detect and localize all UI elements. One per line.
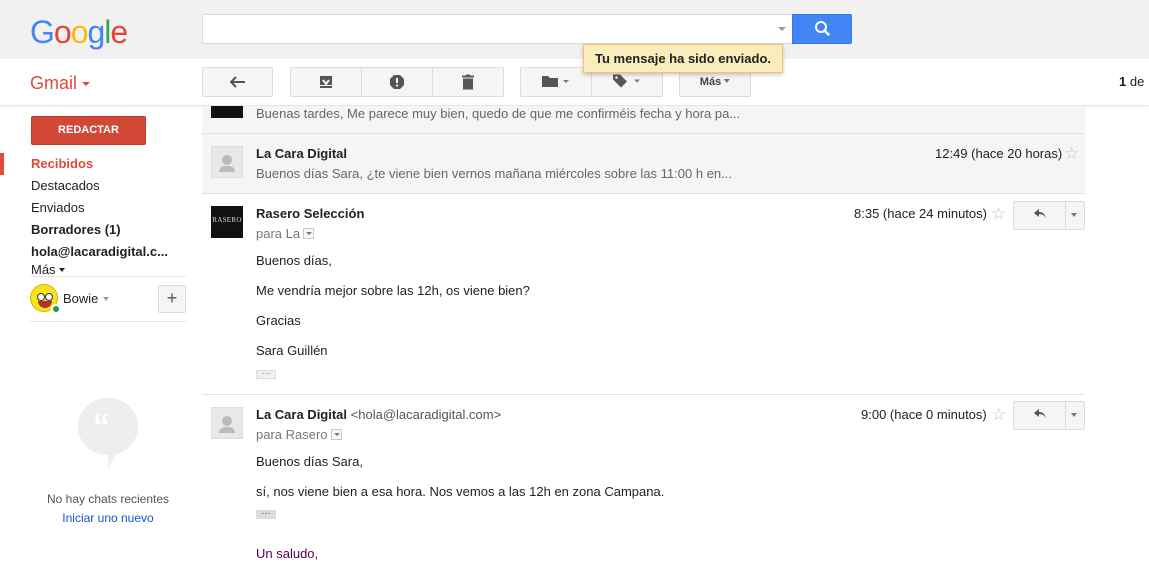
sender-avatar bbox=[211, 407, 243, 439]
folder-icon bbox=[542, 74, 570, 90]
show-trimmed-content-button[interactable]: ··· bbox=[256, 369, 276, 379]
sender-name[interactable]: La Cara Digital <hola@lacaradigital.com> bbox=[256, 407, 501, 422]
search-input[interactable] bbox=[202, 14, 792, 44]
recipients-text: para Rasero bbox=[256, 427, 328, 442]
compose-button[interactable]: REDACTAR bbox=[31, 116, 146, 145]
trash-icon bbox=[462, 74, 474, 90]
star-icon[interactable]: ☆ bbox=[991, 205, 1006, 222]
sidebar-divider bbox=[30, 276, 186, 277]
sidebar-item-more[interactable]: Más bbox=[0, 263, 186, 277]
delete-button[interactable] bbox=[432, 67, 504, 97]
show-details-chevron-icon[interactable] bbox=[303, 228, 315, 239]
sender-name[interactable]: Rasero Selección bbox=[256, 206, 364, 221]
report-spam-button[interactable] bbox=[361, 67, 433, 97]
chat-user-label: Bowie bbox=[63, 291, 99, 306]
chevron-down-icon bbox=[58, 268, 65, 272]
message-body-line: Buenos días, bbox=[256, 253, 332, 268]
archive-button[interactable] bbox=[290, 67, 362, 97]
star-icon[interactable]: ☆ bbox=[1064, 145, 1079, 162]
show-trimmed-content-button[interactable]: ··· bbox=[256, 509, 276, 519]
search-button[interactable] bbox=[792, 14, 852, 44]
online-status-icon bbox=[51, 304, 61, 314]
show-details-chevron-icon[interactable] bbox=[330, 429, 342, 440]
sender-name: La Cara Digital bbox=[256, 146, 348, 161]
message-body-line: Buenos días Sara, bbox=[256, 454, 363, 469]
message-time: 8:35 (hace 24 minutos) bbox=[854, 206, 987, 221]
message-body-line: Sara Guillén bbox=[256, 343, 328, 358]
sender-avatar bbox=[211, 106, 243, 118]
chevron-down-icon bbox=[724, 79, 731, 83]
chevron-down-icon[interactable] bbox=[103, 297, 110, 301]
reply-button[interactable] bbox=[1013, 201, 1085, 230]
start-new-chat-link[interactable]: Iniciar uno nuevo bbox=[0, 511, 216, 525]
chat-user-row[interactable]: Bowie + bbox=[30, 284, 186, 314]
reply-icon bbox=[1014, 402, 1066, 429]
recipients-line: para Rasero bbox=[256, 427, 342, 442]
sender-avatar: RASERO bbox=[211, 206, 243, 238]
more-actions-label-wrap: Más bbox=[699, 76, 731, 88]
archive-icon bbox=[320, 76, 332, 88]
sender-avatar bbox=[211, 146, 243, 178]
page-count-rest: de bbox=[1126, 74, 1145, 89]
reply-icon bbox=[1014, 202, 1066, 229]
move-to-button[interactable] bbox=[520, 67, 592, 97]
back-button[interactable] bbox=[202, 67, 273, 97]
more-actions-label: Más bbox=[699, 76, 722, 88]
star-icon[interactable]: ☆ bbox=[991, 406, 1006, 423]
reply-button[interactable] bbox=[1013, 401, 1085, 430]
logo-letter: o bbox=[53, 14, 72, 50]
message-snippet: Buenas tardes, Me parece muy bien, quedo… bbox=[256, 106, 741, 121]
no-chats-text: No hay chats recientes bbox=[46, 492, 170, 506]
search-icon bbox=[815, 21, 830, 36]
sidebar-item-label-account[interactable]: hola@lacaradigital.c... bbox=[0, 241, 186, 263]
sent-notification: Tu mensaje ha sido enviado. bbox=[583, 44, 783, 73]
sidebar-nav: Recibidos Destacados Enviados Borradores… bbox=[0, 153, 186, 277]
more-options-chevron-icon[interactable] bbox=[1071, 213, 1077, 217]
gmail-menu[interactable]: Gmail bbox=[30, 73, 91, 94]
label-tag-icon bbox=[612, 74, 642, 91]
google-logo[interactable]: Google bbox=[30, 14, 128, 51]
sidebar-item-inbox[interactable]: Recibidos bbox=[0, 153, 186, 175]
message-snippet: Buenos días Sara, ¿te viene bien vernos … bbox=[256, 166, 732, 181]
collapsed-message[interactable]: La Cara Digital 12:49 (hace 20 horas) ☆ … bbox=[202, 134, 1085, 194]
chevron-down-icon bbox=[82, 82, 91, 86]
sender-brand-logo: RASERO bbox=[212, 216, 242, 224]
sidebar-item-starred[interactable]: Destacados bbox=[0, 175, 186, 197]
gmail-label: Gmail bbox=[30, 73, 78, 93]
sidebar-more-label: Más bbox=[31, 263, 56, 277]
conversation-view: Buenas tardes, Me parece muy bien, quedo… bbox=[202, 106, 1085, 568]
message-body-line: sí, nos viene bien a esa hora. Nos vemos… bbox=[256, 484, 665, 499]
page-count: 1 de bbox=[1119, 74, 1144, 89]
logo-letter: e bbox=[110, 14, 128, 50]
collapsed-message[interactable]: Buenas tardes, Me parece muy bien, quedo… bbox=[202, 106, 1085, 134]
message-separator bbox=[202, 394, 1085, 395]
message-body-line: Un saludo, bbox=[256, 546, 319, 561]
message-body-line: Me vendría mejor sobre las 12h, os viene… bbox=[256, 283, 530, 298]
back-arrow-icon bbox=[229, 76, 245, 88]
sidebar-divider bbox=[30, 321, 186, 322]
message-time: 12:49 (hace 20 horas) bbox=[935, 146, 1063, 161]
spam-icon bbox=[390, 75, 404, 89]
sidebar-item-drafts[interactable]: Borradores (1) bbox=[0, 219, 186, 241]
sidebar-item-sent[interactable]: Enviados bbox=[0, 197, 186, 219]
hangouts-icon: “ bbox=[78, 398, 138, 470]
sender-name-text: La Cara Digital bbox=[256, 407, 348, 422]
new-chat-button[interactable]: + bbox=[158, 285, 186, 313]
plus-icon: + bbox=[166, 288, 178, 308]
message-body-line: Gracias bbox=[256, 313, 301, 328]
recipients-text: para La bbox=[256, 226, 301, 241]
logo-letter: o bbox=[70, 14, 89, 50]
chat-user-name: Bowie bbox=[63, 291, 110, 306]
recipients-line: para La bbox=[256, 226, 315, 241]
message-time: 9:00 (hace 0 minutos) bbox=[861, 407, 987, 422]
search-options-chevron-icon[interactable] bbox=[778, 27, 786, 31]
more-options-chevron-icon[interactable] bbox=[1071, 413, 1077, 417]
logo-letter: G bbox=[30, 14, 55, 50]
logo-letter: g bbox=[87, 14, 105, 50]
sender-email: <hola@lacaradigital.com> bbox=[350, 407, 502, 422]
